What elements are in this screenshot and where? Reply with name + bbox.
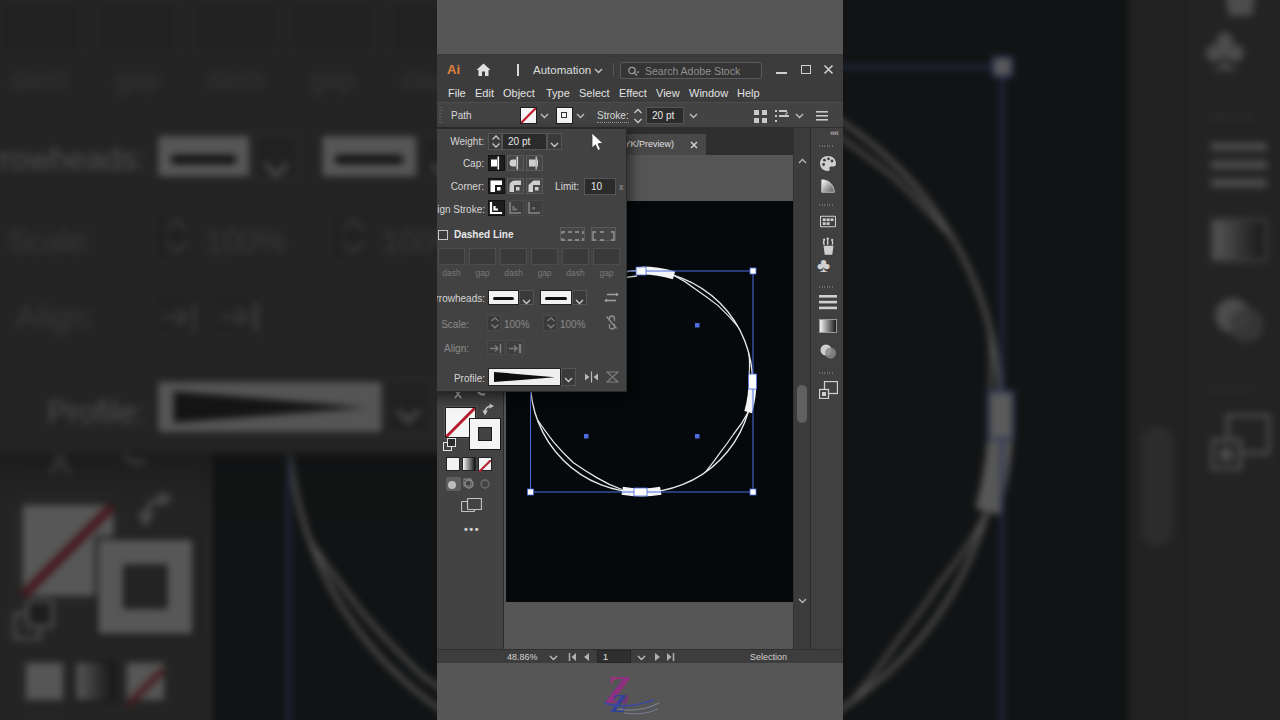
svg-text:Z: Z xyxy=(610,690,626,717)
